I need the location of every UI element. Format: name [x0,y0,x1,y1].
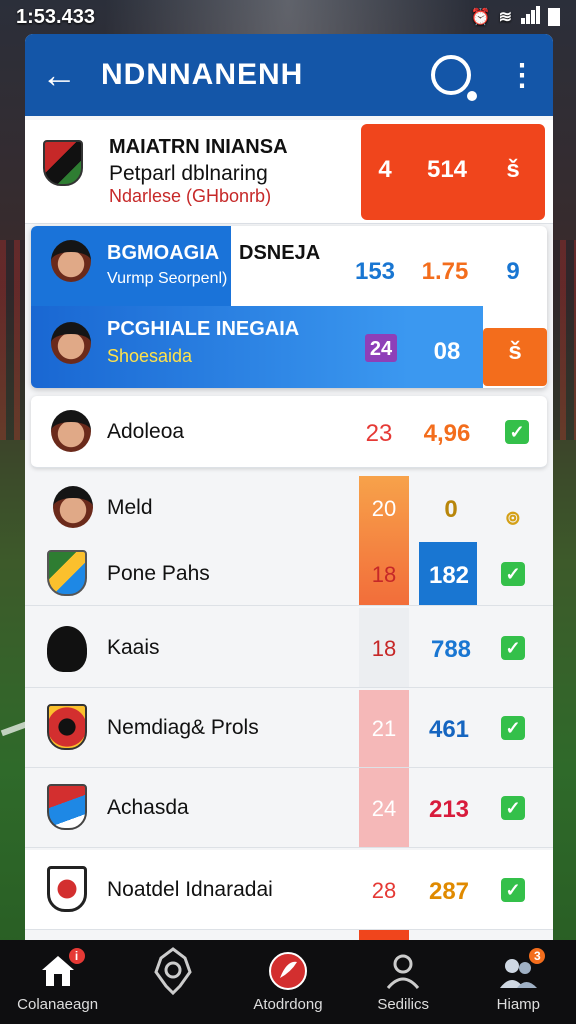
list-item[interactable]: Adoleoa 23 4,96 ✓ [31,396,547,468]
highlight-row-1[interactable]: BGMOAGIA DSNEJA Vurmp Seorpenl) 153 1.75… [31,226,547,306]
nav-item-team[interactable]: 3 Hiamp [463,948,573,1013]
nav-label: Sedilics [377,996,429,1013]
status-time: 1:53.433 [16,5,95,28]
highlight-extra-1: DSNEJA [239,242,321,264]
row-name: Nemdiag& Prols [107,716,259,739]
nav-item-stats[interactable]: Sedilics [348,950,458,1013]
row-value-2: 0 [444,496,458,523]
row-value-1: 28 [371,878,397,903]
list-item[interactable]: Noatdel Idnaradai 28 287 ✓ [25,850,553,930]
nav-label: Atodrdong [253,996,323,1013]
top-value-3: š [506,156,520,183]
top-card-title: MAIATRN INIANSA [109,136,288,158]
standings-panel: ← NDNNANENH ⋮ MAIATRN INIANSA Petparl db… [25,34,553,940]
signal-icon [520,5,540,29]
nav-badge: i [68,948,85,964]
list-item[interactable]: Achasda 24 213 ✓ [25,768,553,848]
row-name: Pone Pahs [107,562,210,585]
row-mark: ๏ [505,503,521,530]
row-value-1: 23 [365,420,393,447]
row-value-1: 18 [371,562,397,587]
status-bar: 1:53.433 ⏰ ≋ [0,0,576,34]
player-avatar [51,322,91,364]
row-name: Noatdel Idnaradai [107,878,273,901]
nav-label: Hiamp [496,996,541,1013]
row-value-2: 287 [428,878,470,905]
top-card-note: Ndarlese (GHbonrb) [109,186,272,206]
highlight-value-1c: 9 [506,258,520,285]
row-value-1: 21 [371,716,397,741]
team-crest-icon [47,626,87,672]
check-icon[interactable]: ✓ [501,796,525,820]
team-crest-icon [47,784,87,830]
row-name: Achasda [107,796,189,819]
team-crest-icon [47,704,87,750]
status-icons: ⏰ ≋ [470,5,560,29]
profile-icon [382,950,424,992]
row-value-1: 18 [371,636,397,661]
search-icon[interactable] [431,55,477,101]
row-value-2: 4,96 [423,420,471,447]
nav-item-trophy[interactable] [118,947,228,996]
trophy-icon [150,947,196,996]
highlight-group: BGMOAGIA DSNEJA Vurmp Seorpenl) 153 1.75… [31,226,547,388]
alarm-icon: ⏰ [470,9,491,26]
highlight-name-2: PCGHIALE INEGAIA [107,318,300,340]
row-value-1: 20 [371,496,397,521]
arrow-left-icon[interactable]: ← [41,54,101,96]
team-crest-icon [47,550,87,596]
row-name: Meld [107,496,153,519]
nav-item-ball[interactable]: Atodrdong [233,950,343,1013]
team-crest-icon [47,866,87,912]
list-item[interactable]: Kaais 18 788 ✓ [25,608,553,688]
highlight-sub-2: Shoesaida [107,346,193,366]
list-item[interactable]: Meld 20 0 ๏ [25,476,553,540]
team-crest-icon [43,140,83,186]
list-item[interactable]: Nemdiag& Prols 21 461 ✓ [25,688,553,768]
more-options-icon[interactable]: ⋮ [507,58,537,93]
check-icon[interactable]: ✓ [501,636,525,660]
player-avatar [51,240,91,282]
top-value-2: 514 [426,156,468,183]
player-avatar [53,486,93,528]
wifi-icon: ≋ [498,9,512,26]
highlight-sub-1: Vurmp Seorpenl) [107,270,228,287]
next-row-indicator [359,930,409,940]
row-value-2: 182 [428,562,470,589]
list-item[interactable]: Pone Pahs 18 182 ✓ [25,540,553,606]
highlight-value-2a: 24 [369,338,393,360]
nav-badge: 3 [529,948,546,964]
row-value-2: 461 [428,716,470,743]
check-icon[interactable]: ✓ [505,420,529,444]
highlight-value-1b: 1.75 [421,258,469,285]
check-icon[interactable]: ✓ [501,878,525,902]
top-team-card[interactable]: MAIATRN INIANSA Petparl dblnaring Ndarle… [25,120,553,224]
check-icon[interactable]: ✓ [501,562,525,586]
row-value-2: 788 [430,636,472,663]
page-title: NDNNANENH [101,58,304,91]
bottom-navigation: i Colanaeagn Atodrdong Sedilics 3 Hiamp [0,940,576,1024]
highlight-value-1a: 153 [354,258,396,285]
row-name: Kaais [107,636,160,659]
row-name: Adoleoa [107,420,185,443]
top-value-1: 4 [378,156,392,183]
row-value-1: 24 [371,796,397,821]
nav-item-home[interactable]: i Colanaeagn [3,948,113,1013]
highlight-row-2[interactable]: PCGHIALE INEGAIA Shoesaida 24 08 š [31,306,547,388]
highlight-value-2b: 08 [433,338,461,365]
player-avatar [51,410,91,452]
ball-icon [267,950,309,992]
highlight-name-1: BGMOAGIA [107,242,220,264]
nav-label: Colanaeagn [17,996,99,1013]
row-value-2: 213 [428,796,470,823]
app-bar: ← NDNNANENH ⋮ [25,34,553,116]
check-icon[interactable]: ✓ [501,716,525,740]
top-card-subtitle: Petparl dblnaring [109,162,268,185]
battery-icon [548,8,560,26]
highlight-value-2c: š [508,338,522,365]
